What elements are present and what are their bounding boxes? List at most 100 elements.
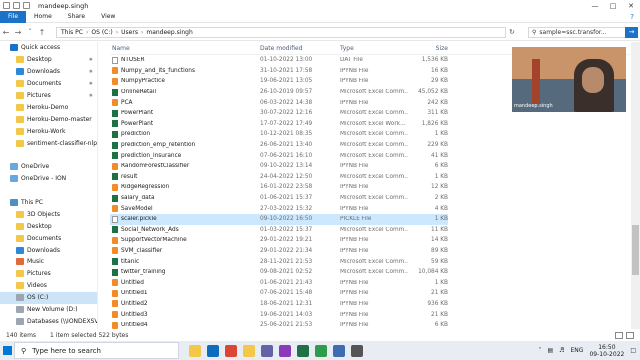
file-row[interactable]: salary_data 01-06-2021 15:37 Microsoft Exc… (110, 193, 448, 204)
nav-item[interactable]: Downloads (0, 244, 97, 256)
customize-icon[interactable] (23, 2, 30, 9)
file-row[interactable]: prediction_emp_retention 26-06-2021 13:40… (110, 140, 448, 151)
nav-item[interactable]: Databases (\\IONDEXSVR (0, 315, 97, 327)
teams-icon[interactable] (261, 344, 273, 357)
file-row[interactable]: RandomForestClassifier 09-10-2022 13:14 IP… (110, 161, 448, 172)
nav-item[interactable]: Documents (0, 232, 97, 244)
start-button[interactable] (0, 341, 14, 360)
nav-item[interactable]: OneDrive (0, 161, 97, 173)
breadcrumb-this-pc[interactable]: This PC (61, 29, 83, 36)
files-icon[interactable] (189, 344, 201, 357)
file-row[interactable]: PowerPlant 17-07-2022 17:49 Microsoft Exce… (110, 119, 448, 130)
column-name[interactable]: Name (110, 45, 260, 52)
tiles-view-icon[interactable] (626, 331, 634, 339)
breadcrumb-users[interactable]: Users (121, 29, 138, 36)
maximize-button[interactable]: □ (604, 2, 622, 10)
file-row[interactable]: PCA 06-03-2022 14:38 IPYNB File 242 KB (110, 97, 448, 108)
file-row[interactable]: Untitled3 19-06-2021 14:03 IPYNB File 21 KB (110, 309, 448, 320)
forward-icon[interactable]: → (12, 28, 24, 37)
nav-item[interactable]: OS (C:) (0, 291, 97, 304)
file-row[interactable]: scaler.pickle 09-10-2022 16:50 PICKLE File… (110, 213, 448, 225)
breadcrumb-os-c[interactable]: OS (C:) (91, 29, 112, 36)
file-row[interactable]: titanic 28-11-2021 21:53 Microsoft Excel C… (110, 256, 448, 267)
file-row[interactable]: prediction 10-12-2021 08:35 Microsoft Exce… (110, 129, 448, 140)
nav-item[interactable]: New Volume (D:) (0, 304, 97, 316)
scrollbar[interactable] (631, 42, 640, 329)
back-icon[interactable]: ← (0, 28, 12, 37)
app-icon[interactable] (315, 344, 327, 357)
tab-home[interactable]: Home (26, 11, 60, 23)
tab-view[interactable]: View (93, 11, 123, 23)
scrollbar-thumb[interactable] (632, 225, 639, 275)
clock-date: 09-10-2022 (589, 350, 625, 358)
outlook-icon[interactable] (207, 344, 219, 357)
nav-item[interactable]: Desktop ✸ (0, 54, 97, 66)
details-view-icon[interactable] (615, 331, 623, 339)
nav-item[interactable]: Music (0, 256, 97, 268)
file-row[interactable]: Numpy_and_its_functions 31-10-2021 17:58 I… (110, 66, 448, 77)
file-row[interactable]: RidgeRegression 16-01-2022 23:58 IPYNB Fil… (110, 182, 448, 193)
minimize-button[interactable]: — (586, 2, 604, 10)
chevron-down-icon[interactable]: ˇ (24, 28, 36, 37)
file-row[interactable]: SaveModel 27-03-2022 15:32 IPYNB File 4 KB (110, 203, 448, 214)
nav-item[interactable]: This PC (0, 197, 97, 209)
help-icon[interactable]: ? (630, 13, 640, 21)
nav-item[interactable]: Desktop (0, 220, 97, 232)
file-row[interactable]: NTUSER 01-10-2022 13:00 DAT File 1,536 KB (110, 55, 448, 66)
nav-item[interactable]: Pictures ✸ (0, 90, 97, 102)
file-row[interactable]: Untitled1 07-06-2021 15:48 IPYNB File 21 KB (110, 288, 448, 299)
nav-item[interactable]: Heroku-Work (0, 125, 97, 137)
file-row[interactable]: result 24-04-2022 12:50 Microsoft Excel Co… (110, 172, 448, 183)
app-icon[interactable] (279, 344, 291, 357)
tab-share[interactable]: Share (60, 11, 93, 23)
nav-item[interactable]: Downloads ✸ (0, 66, 97, 78)
file-row[interactable]: SVM_classifier 29-01-2022 21:34 IPYNB File… (110, 246, 448, 257)
nav-item[interactable]: Heroku-Demo (0, 101, 97, 113)
file-row[interactable]: OnlineRetail 26-10-2019 09:57 Microsoft Ex… (110, 87, 448, 98)
close-button[interactable]: ✕ (622, 2, 640, 10)
file-row[interactable]: PowerPlant 30-07-2022 12:16 Microsoft Exce… (110, 108, 448, 119)
column-date[interactable]: Date modified (260, 45, 340, 52)
file-row[interactable]: Untitled2 18-06-2021 12:31 IPYNB File 936 K… (110, 299, 448, 310)
nav-item[interactable]: 3D Objects (0, 208, 97, 220)
nav-item[interactable]: Pictures (0, 268, 97, 280)
refresh-icon[interactable]: ↻ (509, 28, 515, 36)
taskbar-search-input[interactable]: ⚲ Type here to search (14, 342, 179, 359)
language-indicator[interactable]: ENG (571, 347, 584, 354)
file-row[interactable]: Untitled 01-06-2021 21:43 IPYNB File 1 KB (110, 277, 448, 288)
nav-item[interactable]: Videos (0, 280, 97, 292)
chevron-up-icon[interactable]: ˄ (538, 347, 541, 354)
network-icon[interactable]: ▤ (547, 347, 553, 354)
app-icon[interactable] (333, 344, 345, 357)
file-row[interactable]: SupportVectorMachine 29-01-2022 19:21 IPYN… (110, 235, 448, 246)
app-icon[interactable] (297, 344, 309, 357)
explorer-icon[interactable] (243, 344, 255, 357)
column-type[interactable]: Type (340, 45, 408, 52)
tab-file[interactable]: File (0, 10, 27, 23)
file-type-icon (112, 67, 118, 75)
nav-item[interactable]: OneDrive - ION (0, 173, 97, 185)
new-folder-icon[interactable] (13, 2, 20, 9)
pane-divider[interactable] (97, 42, 98, 329)
file-row[interactable]: prediction_insurance 07-06-2021 16:10 Micr… (110, 150, 448, 161)
up-icon[interactable]: ↑ (36, 28, 48, 37)
nav-item[interactable]: Heroku-Demo-master (0, 113, 97, 125)
chrome-icon[interactable] (225, 344, 237, 357)
file-row[interactable]: NumpyPractice 19-06-2021 13:05 IPYNB File 2… (110, 76, 448, 87)
properties-icon[interactable] (3, 2, 10, 9)
file-row[interactable]: Social_Network_Ads 01-03-2022 15:37 Micros… (110, 225, 448, 236)
file-row[interactable]: Untitled4 25-06-2021 21:53 IPYNB File 6 KB (110, 320, 448, 329)
nav-item[interactable]: Quick access (0, 42, 97, 54)
nav-item[interactable]: Documents ✸ (0, 78, 97, 90)
volume-icon[interactable]: ♬ (559, 347, 564, 354)
search-go-button[interactable]: → (625, 27, 638, 38)
notification-icon[interactable]: □ (630, 347, 636, 354)
nav-item[interactable]: sentiment-classifier-nlp (0, 137, 97, 149)
app-icon[interactable] (351, 344, 363, 357)
clock[interactable]: 16:50 09-10-2022 (589, 344, 624, 358)
breadcrumb-user-folder[interactable]: mandeep.singh (146, 29, 192, 36)
file-row[interactable]: twitter_training 09-08-2021 02:52 Microsof… (110, 267, 448, 278)
address-bar[interactable]: This PC › OS (C:) › Users › mandeep.sing… (56, 27, 506, 38)
column-size[interactable]: Size (408, 45, 448, 52)
search-input[interactable]: ⚲ sample=ssc.transfor... (528, 27, 626, 38)
